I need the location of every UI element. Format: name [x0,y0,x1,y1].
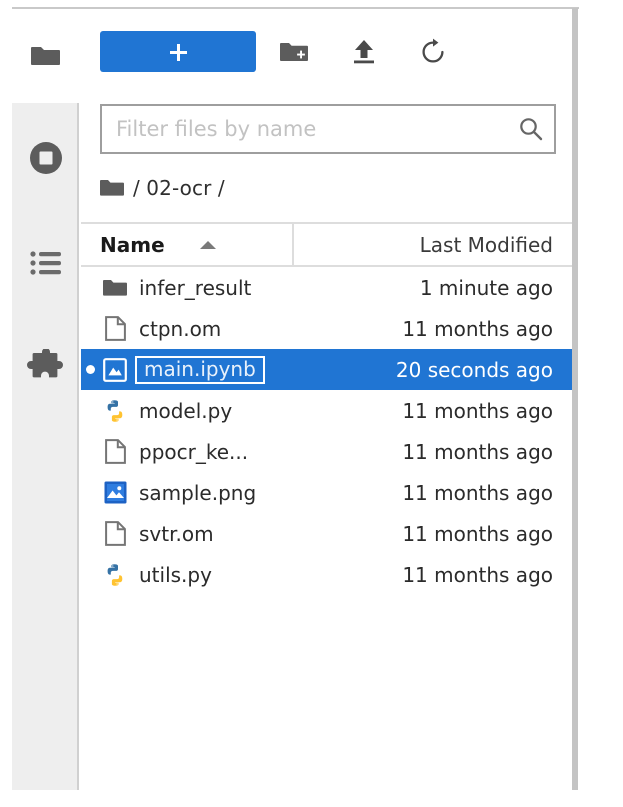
column-header-name[interactable]: Name [81,224,294,265]
file-upload-icon [352,39,376,65]
file-last-modified: 11 months ago [402,398,553,423]
generic-file-icon [100,316,130,341]
sidebar-item-file-browser[interactable] [12,9,79,103]
file-name-focus-box[interactable]: main.ipynb [135,355,265,384]
generic-file-icon [100,521,130,546]
generic-file-icon [100,439,130,464]
filter-files-input[interactable] [102,106,508,152]
table-row[interactable]: ppocr_ke... 11 months ago [81,431,572,472]
table-row[interactable]: model.py 11 months ago [81,390,572,431]
column-header-last-modified[interactable]: Last Modified [294,224,572,265]
file-name[interactable]: utils.py [130,563,402,587]
file-browser-panel: / 02-ocr / Name Last Modified infer_resu… [81,9,572,790]
file-name[interactable]: svtr.om [130,522,402,546]
python-file-icon [100,563,130,587]
table-row[interactable]: utils.py 11 months ago [81,554,572,595]
upload-button[interactable] [343,31,385,72]
jupyterlab-shell: / 02-ocr / Name Last Modified infer_resu… [0,0,623,807]
running-indicator-dot [81,365,100,374]
file-name[interactable]: ppocr_ke... [130,440,402,464]
sidebar-item-running-sessions[interactable] [12,113,79,203]
column-header-last-modified-label: Last Modified [419,232,553,257]
file-last-modified: 11 months ago [402,521,553,546]
search-icon[interactable] [508,106,554,152]
file-last-modified: 11 months ago [402,480,553,505]
file-list: infer_result 1 minute ago ctpn.om 11 months… [81,267,572,790]
table-row[interactable]: sample.png 11 months ago [81,472,572,513]
new-launcher-button[interactable] [100,31,256,72]
notebook-icon [100,357,130,382]
new-folder-button[interactable] [273,31,315,72]
folder-icon [100,178,124,198]
file-last-modified: 11 months ago [402,316,553,341]
puzzle-piece-icon [26,349,65,387]
file-name[interactable]: model.py [130,399,402,423]
running-circle-stop-icon [28,140,64,176]
bulleted-list-icon [29,250,62,276]
file-name[interactable]: sample.png [130,481,402,505]
file-list-header: Name Last Modified [81,222,572,267]
triangle-up-icon [199,240,216,249]
file-last-modified: 11 months ago [402,439,553,464]
file-name[interactable]: ctpn.om [130,317,402,341]
sidebar-item-table-of-contents[interactable] [12,218,79,308]
table-row[interactable]: ctpn.om 11 months ago [81,308,572,349]
table-row[interactable]: main.ipynb 20 seconds ago [81,349,572,390]
panel-right-border [572,8,578,790]
file-last-modified: 20 seconds ago [395,357,553,382]
plus-icon [166,40,190,64]
file-last-modified: 11 months ago [402,562,553,587]
activity-bar [12,103,79,790]
image-file-icon [100,481,130,504]
filter-files-box[interactable] [100,104,556,154]
sidebar-item-extension-manager[interactable] [12,323,79,413]
refresh-icon [419,38,447,66]
table-row[interactable]: infer_result 1 minute ago [81,267,572,308]
folder-icon [100,278,130,298]
breadcrumb-path[interactable]: / 02-ocr / [133,176,225,200]
file-browser-toolbar [81,9,572,93]
refresh-button[interactable] [412,31,454,72]
breadcrumb[interactable]: / 02-ocr / [100,164,556,212]
folder-icon [30,43,61,69]
file-last-modified: 1 minute ago [419,275,553,300]
new-folder-icon [280,40,308,64]
python-file-icon [100,399,130,423]
file-name[interactable]: main.ipynb [130,355,396,384]
table-row[interactable]: svtr.om 11 months ago [81,513,572,554]
file-name[interactable]: infer_result [130,276,420,300]
column-header-name-label: Name [100,232,165,257]
